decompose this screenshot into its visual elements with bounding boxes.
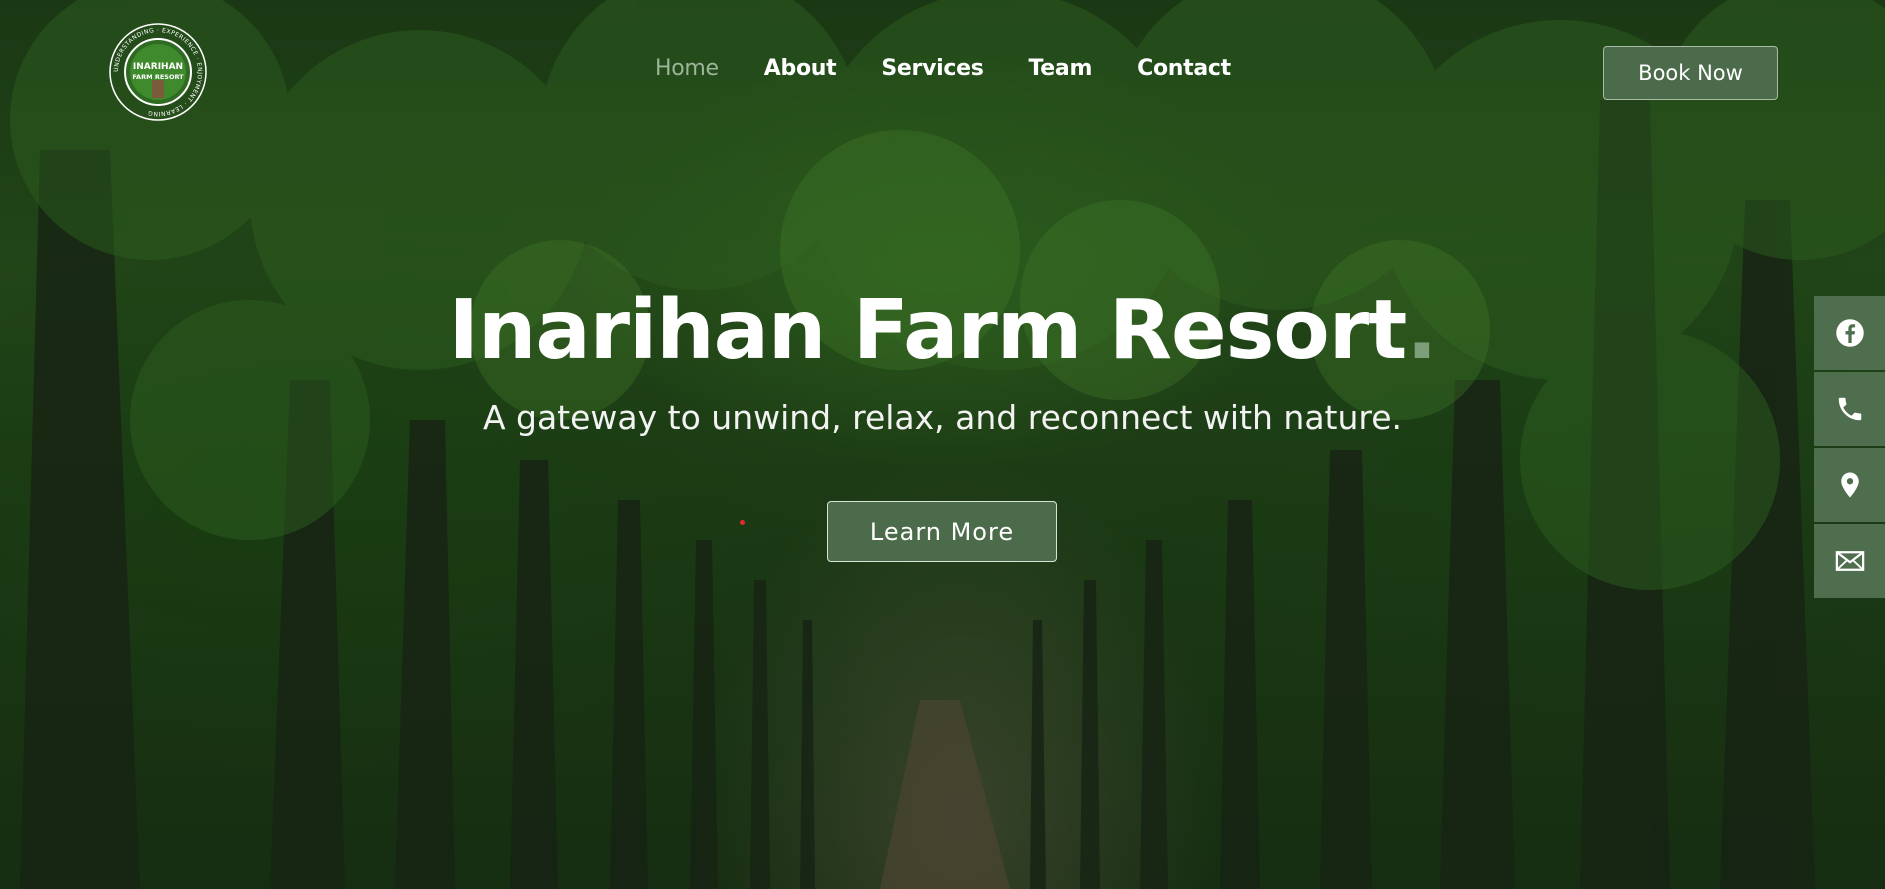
phone-button[interactable] — [1814, 372, 1885, 446]
logo[interactable]: UNDERSTANDING · EXPERIENCE · ENJOYMENT ·… — [108, 22, 208, 122]
hero-title: Inarihan Farm Resort. — [0, 283, 1885, 378]
logo-emblem: UNDERSTANDING · EXPERIENCE · ENJOYMENT ·… — [109, 23, 207, 121]
nav-services[interactable]: Services — [881, 56, 983, 81]
social-sidebar — [1814, 296, 1885, 600]
cursor-dot — [740, 520, 745, 525]
logo-subtitle: FARM RESORT — [132, 73, 184, 81]
hero-title-text: Inarihan Farm Resort — [448, 283, 1407, 378]
learn-more-button[interactable]: Learn More — [827, 501, 1057, 562]
mail-button[interactable] — [1814, 524, 1885, 598]
dark-overlay — [0, 0, 1885, 889]
nav-team[interactable]: Team — [1029, 56, 1093, 81]
main-nav: Home About Services Team Contact — [655, 56, 1276, 81]
nav-contact[interactable]: Contact — [1137, 56, 1231, 81]
mail-icon — [1835, 551, 1864, 571]
location-button[interactable] — [1814, 448, 1885, 522]
logo-title: INARIHAN — [133, 62, 183, 72]
facebook-button[interactable] — [1814, 296, 1885, 370]
book-now-button[interactable]: Book Now — [1603, 46, 1778, 100]
nav-home[interactable]: Home — [655, 56, 719, 81]
phone-icon — [1838, 397, 1861, 421]
hero-section: UNDERSTANDING · EXPERIENCE · ENJOYMENT ·… — [0, 0, 1885, 889]
hero-subtitle: A gateway to unwind, relax, and reconnec… — [482, 398, 1403, 437]
hero-title-dot: . — [1406, 283, 1437, 378]
facebook-icon — [1835, 319, 1864, 347]
location-pin-icon — [1840, 472, 1859, 498]
nav-about[interactable]: About — [764, 56, 837, 81]
